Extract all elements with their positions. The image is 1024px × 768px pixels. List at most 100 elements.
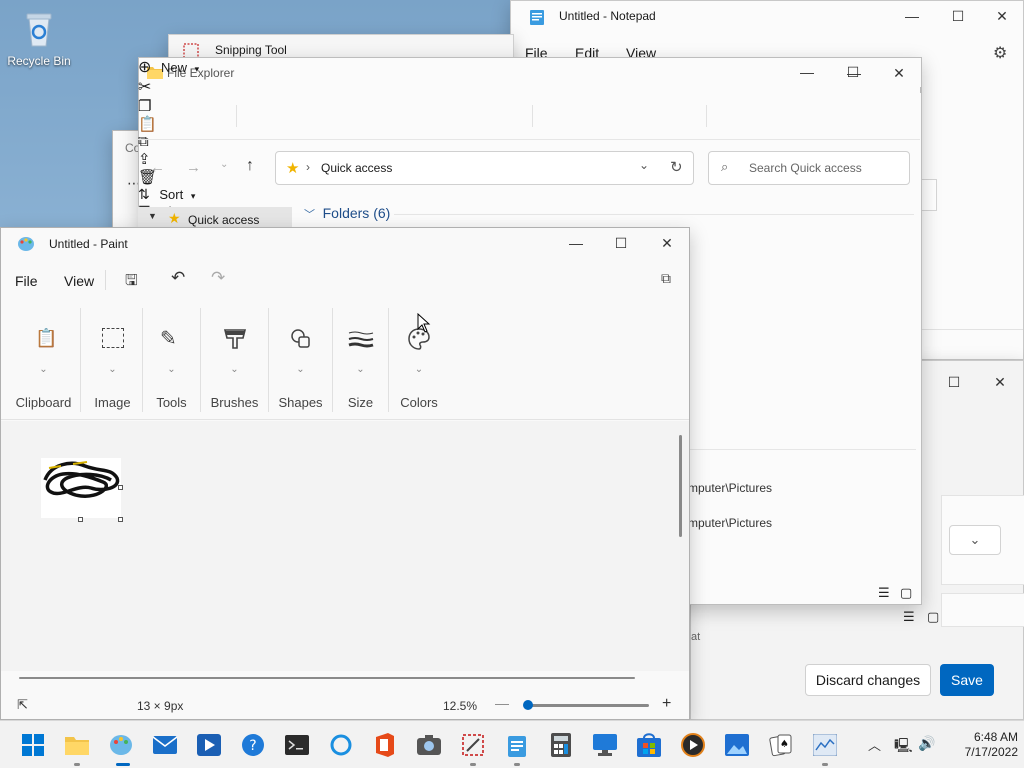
zoom-out-button[interactable]: — <box>495 695 509 711</box>
recycle-bin-label: Recycle Bin <box>7 54 71 68</box>
undo-icon[interactable]: ↶ <box>171 268 185 288</box>
play-circle-icon <box>681 733 705 757</box>
calculator-icon <box>551 733 571 757</box>
notepad-icon <box>530 10 544 25</box>
paint-window[interactable]: Untitled - Paint — ☐ ✕ File View 🖫 ↶ ↷ ⧉… <box>0 227 690 720</box>
list-view-icon[interactable]: ☰ <box>903 609 915 625</box>
zoom-slider-thumb[interactable] <box>523 700 533 710</box>
terminal-icon <box>285 735 309 755</box>
ribbon-group-clipboard[interactable]: 📋 ⌄ Clipboard <box>7 308 81 412</box>
redo-icon[interactable]: ↷ <box>211 268 225 288</box>
taskbar-camera[interactable] <box>415 731 443 759</box>
settings-close-button[interactable]: ✕ <box>977 367 1023 397</box>
save-button[interactable]: Save <box>940 664 994 696</box>
mouse-cursor-icon <box>417 313 431 333</box>
taskbar-solitaire[interactable]: ♠ <box>767 731 795 759</box>
taskbar: ? ♠ ︿ 🖳 🔊 6:48 AM 7/17/2022 <box>0 720 1024 768</box>
taskbar-snipping-tool[interactable] <box>459 731 487 759</box>
ribbon-label-colors: Colors <box>400 395 438 410</box>
tiles-view-icon[interactable]: ▢ <box>927 609 939 625</box>
ribbon-label-tools: Tools <box>156 395 187 410</box>
horizontal-scrollbar[interactable] <box>19 677 635 679</box>
search-placeholder: Search Quick access <box>749 161 862 175</box>
taskbar-media-player[interactable] <box>195 731 223 759</box>
windows-logo-icon <box>22 734 44 756</box>
notepad-title: Untitled - Notepad <box>559 9 656 23</box>
canvas-resize-handle-corner[interactable] <box>118 517 123 522</box>
network-icon[interactable]: 🖳 <box>894 735 913 759</box>
show-hidden-icons-chevron-icon[interactable]: ︿ <box>868 735 881 754</box>
settings-maximize-button[interactable]: ☐ <box>931 367 977 397</box>
chart-app-icon <box>813 734 837 756</box>
paint-menu-file[interactable]: File <box>15 273 38 289</box>
ribbon-group-tools[interactable]: ✎ ⌄ Tools <box>143 308 201 412</box>
clipboard-icon: 📋 <box>35 328 58 348</box>
recycle-bin-desktop-icon[interactable]: Recycle Bin <box>6 8 72 68</box>
taskbar-get-help[interactable]: ? <box>239 731 267 759</box>
ribbon-label-clipboard: Clipboard <box>15 395 72 410</box>
taskbar-office[interactable] <box>371 731 399 759</box>
address-bar[interactable]: ★ › Quick access ⌄ ↻ <box>275 151 694 185</box>
paint-canvas-area[interactable] <box>1 421 689 671</box>
notepad-minimize-button[interactable]: — <box>889 1 935 31</box>
share-feedback-icon[interactable]: ⧉ <box>661 270 671 287</box>
settings-row <box>941 593 1024 627</box>
ribbon-group-size[interactable]: ⌄ Size <box>333 308 389 412</box>
search-box[interactable]: ⌕ Search Quick access <box>708 151 910 185</box>
chevron-down-icon: ⌄ <box>108 364 117 375</box>
explorer-maximize-button[interactable]: ☐ <box>830 57 876 87</box>
clock-date: 7/17/2022 <box>964 745 1018 759</box>
chevron-down-icon: ⌄ <box>969 532 981 547</box>
notepad-icon <box>508 736 526 757</box>
paint-palette-icon <box>18 237 34 251</box>
svg-text:♠: ♠ <box>780 739 789 750</box>
address-dropdown-chevron-icon[interactable]: ⌄ <box>639 158 649 172</box>
taskbar-file-explorer[interactable] <box>63 731 91 759</box>
notepad-close-button[interactable]: ✕ <box>979 1 1024 31</box>
ribbon-group-shapes[interactable]: ⌄ Shapes <box>269 308 333 412</box>
chevron-down-icon: ⌄ <box>167 364 176 375</box>
discard-changes-button[interactable]: Discard changes <box>805 664 931 696</box>
taskbar-paint[interactable] <box>107 731 135 759</box>
ribbon-group-image[interactable]: ⌄ Image <box>83 308 143 412</box>
paint-ribbon: 📋 ⌄ Clipboard ⌄ Image ✎ ⌄ Tools ⌄ Brushe… <box>1 300 689 420</box>
canvas-resize-handle-right[interactable] <box>118 485 123 490</box>
taskbar-terminal[interactable] <box>283 731 311 759</box>
paint-maximize-button[interactable]: ☐ <box>598 228 644 258</box>
vertical-scrollbar[interactable] <box>679 435 682 537</box>
taskbar-remote-desktop[interactable] <box>591 731 619 759</box>
paint-status-bar: ⇱ 13 × 9px 12.5% — + <box>1 693 689 719</box>
settings-dropdown[interactable]: ⌄ <box>949 525 1001 555</box>
explorer-minimize-button-2[interactable]: — <box>784 57 830 87</box>
notepad-maximize-button[interactable]: ☐ <box>935 1 981 31</box>
taskbar-calculator[interactable] <box>547 731 575 759</box>
explorer-close-button[interactable]: ✕ <box>876 58 922 88</box>
ribbon-label-brushes: Brushes <box>210 395 259 410</box>
search-icon: ⌕ <box>721 159 729 174</box>
save-icon[interactable]: 🖫 <box>125 270 138 295</box>
svg-text:?: ? <box>249 738 256 754</box>
ribbon-group-brushes[interactable]: ⌄ Brushes <box>201 308 269 412</box>
ribbon-label-image: Image <box>94 395 131 410</box>
address-location: Quick access <box>321 161 393 175</box>
taskbar-mail[interactable] <box>151 731 179 759</box>
gear-icon[interactable]: ⚙ <box>993 43 1007 63</box>
clock-time: 6:48 AM <box>973 730 1018 744</box>
taskbar-store[interactable] <box>635 731 663 759</box>
paint-close-button[interactable]: ✕ <box>644 228 690 258</box>
paint-menu-view[interactable]: View <box>64 273 94 289</box>
taskbar-notepad[interactable] <box>503 731 531 759</box>
taskbar-media-app[interactable] <box>679 731 707 759</box>
paint-canvas[interactable] <box>41 458 121 518</box>
clock[interactable]: 6:48 AM 7/17/2022 <box>944 730 1018 760</box>
taskbar-cortana[interactable] <box>327 731 355 759</box>
refresh-icon[interactable]: ↻ <box>670 158 683 176</box>
taskbar-chart-app[interactable] <box>811 731 839 759</box>
volume-icon[interactable]: 🔊 <box>918 735 935 752</box>
start-button[interactable] <box>19 731 47 759</box>
zoom-slider[interactable] <box>525 704 649 707</box>
zoom-in-button[interactable]: + <box>662 695 671 713</box>
canvas-resize-handle-bottom[interactable] <box>78 517 83 522</box>
paint-minimize-button[interactable]: — <box>553 228 599 258</box>
taskbar-photos[interactable] <box>723 731 751 759</box>
